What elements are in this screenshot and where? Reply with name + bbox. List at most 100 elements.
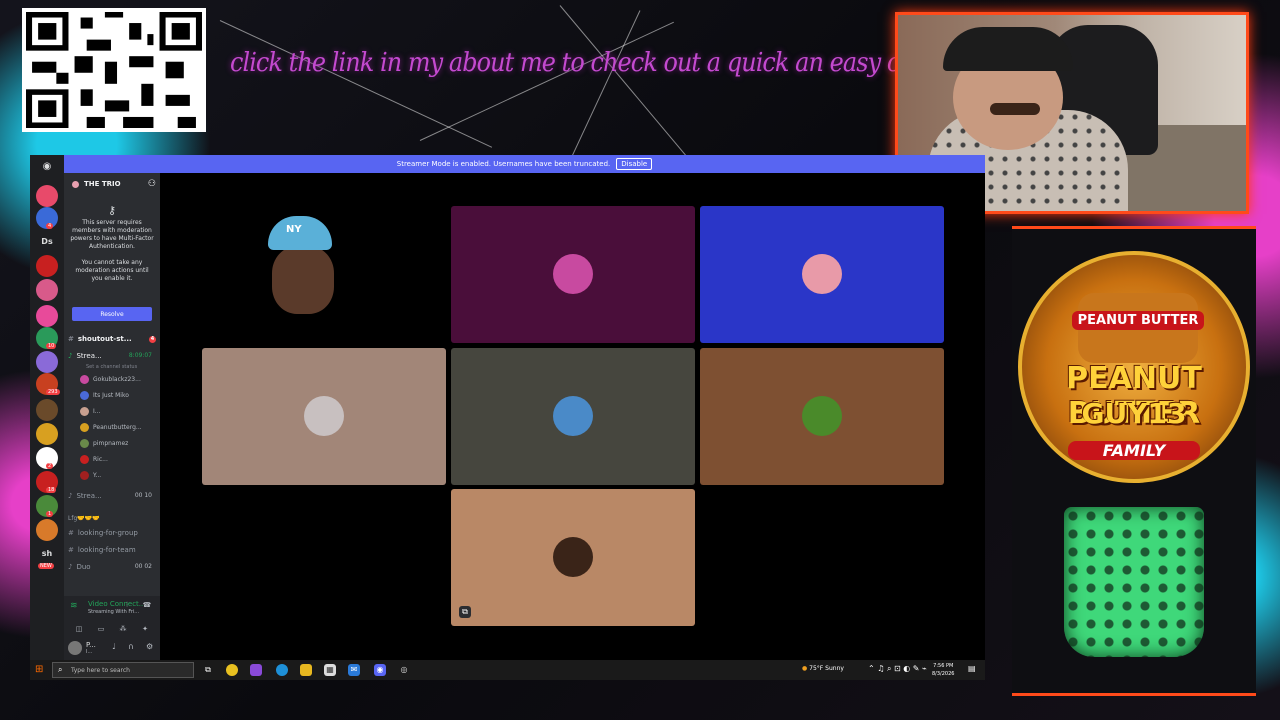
server-icon[interactable]: sh [36,549,58,558]
new-badge: NEW [38,563,54,569]
user-status: I... [86,649,93,655]
chrome-icon[interactable] [226,664,238,676]
server-icon[interactable] [36,423,58,445]
discord-logo-icon[interactable]: ◉ [39,161,55,173]
avatar [304,396,344,436]
disconnect-icon[interactable]: ☎ [140,601,154,610]
notification-badge: 18 [46,487,57,493]
voice-channel-stream[interactable]: ♪ Strea... 8:09:07 [68,352,158,364]
server-icon[interactable] [36,351,58,373]
voice-connection-panel: ≋ Video Connect... Streaming With Fri...… [64,596,160,636]
edge-icon[interactable] [276,664,288,676]
file-explorer-icon[interactable] [300,664,312,676]
soundboard-icon[interactable]: ✦ [138,625,152,634]
avatar [80,391,89,400]
gear-icon[interactable]: ⚙ [146,642,153,651]
notification-badge: 1 [46,511,54,517]
participant-tile[interactable] [451,348,695,485]
promo-banner-text: click the link in my about me to check o… [230,48,993,78]
voice-user[interactable]: Ric... [80,455,156,466]
voice-connected-label[interactable]: Video Connect... [88,600,145,608]
mfa-notice: ⚷ This server requires members with mode… [70,205,154,283]
voice-user[interactable]: Peanutbutterg... [80,423,156,434]
hash-icon: # [68,335,74,343]
channel-looking-for-group[interactable]: # looking-for-group [68,529,158,541]
participant-tile[interactable] [202,348,446,485]
avatar [80,439,89,448]
server-header[interactable]: THE TRIO ⚇ [64,177,160,195]
channel-shoutout[interactable]: # shoutout-st... 4 [68,335,158,347]
avatar [553,254,593,294]
voice-user-name: Ric... [93,456,108,463]
category-lfg[interactable]: Lfg🤝🤝🤝 [68,515,158,527]
logo-jar-label: PEANUT BUTTER [1072,311,1204,330]
voice-user[interactable]: Gokublackz23... [80,375,156,386]
participant-tile[interactable] [451,206,695,343]
camera-off-icon[interactable]: ◫ [72,625,86,634]
person-add-icon[interactable]: ⚇ [148,179,156,189]
user-panel: P... I... ♩ ∩ ⚙ [64,636,160,660]
stream-timer: 8:09:07 [128,352,152,359]
signal-icon: ≋ [70,601,78,611]
streamer-mode-message: Streamer Mode is enabled. Usernames have… [396,160,611,168]
voice-user[interactable]: pimpnamez [80,439,156,450]
disable-streamer-mode-button[interactable]: Disable [616,158,653,170]
activities-icon[interactable]: ⁂ [116,625,130,634]
user-count: 00 02 [134,563,152,570]
avatar [80,455,89,464]
discord-taskbar-icon[interactable]: ◉ [374,664,386,676]
noise-suppression-icon[interactable]: ⫶ [120,601,134,610]
server-icon[interactable] [36,185,58,207]
voice-user[interactable]: Y... [80,471,156,482]
avatar [80,375,89,384]
avatar [80,407,89,416]
voice-channel-duo[interactable]: ♪ Duo 00 02 [68,563,158,575]
taskbar-search[interactable]: ⌕ Type here to search [52,662,194,678]
participant-tile[interactable]: ⧉ [451,489,695,626]
voice-user[interactable]: Its Just Miko [80,391,156,402]
avatar [80,423,89,432]
qr-code [22,8,206,132]
weather-widget[interactable]: ● 75°F Sunny [802,665,844,672]
cap-logo: NY [286,224,302,235]
avatar [553,537,593,577]
server-icon[interactable] [36,255,58,277]
windows-start-icon[interactable]: ⊞ [35,664,43,675]
server-icon[interactable] [36,519,58,541]
voice-user[interactable]: I... [80,407,156,418]
participant-video-tile[interactable]: NY [202,206,446,343]
system-tray[interactable]: ⌃ ♫ ⌕ ⊡ ◐ ✎ ⌁ [868,664,927,674]
avatar[interactable] [68,641,82,655]
stream-preview-icon[interactable]: ⧉ [459,606,471,618]
mfa-notice-text: This server requires members with modera… [70,219,154,250]
copilot-icon[interactable] [250,664,262,676]
server-rail: ◉ 4 Ds 10 293 2 18 1 sh NEW [30,155,64,660]
channel-looking-for-team[interactable]: # looking-for-team [68,546,158,558]
obs-icon[interactable]: ◎ [398,664,410,676]
channel-status[interactable]: Set a channel status [86,364,156,370]
notification-badge: 293 [46,389,60,395]
participant-tile[interactable] [700,206,944,343]
search-placeholder: Type here to search [71,667,130,674]
voice-channel-stream-2[interactable]: ♪ Strea... 00 10 [68,492,158,504]
voice-user-name: Y... [93,472,102,479]
mention-badge: 4 [149,336,156,343]
resolve-button[interactable]: Resolve [72,307,152,321]
store-icon[interactable]: ▦ [324,664,336,676]
server-icon[interactable] [36,305,58,327]
avatar [802,254,842,294]
participant-tile[interactable] [700,348,944,485]
taskbar-clock[interactable]: 7:56 PM 8/3/2026 [932,662,954,678]
task-view-icon[interactable]: ⧉ [202,664,214,676]
server-icon[interactable]: Ds [36,237,58,246]
microphone-icon[interactable]: ♩ [112,642,116,651]
mail-icon[interactable]: ✉ [348,664,360,676]
voice-user-name: Its Just Miko [93,392,129,399]
server-icon[interactable] [36,279,58,301]
notification-badge: 10 [46,343,57,349]
channel-label: looking-for-team [77,546,136,554]
headphones-icon[interactable]: ∩ [128,642,134,651]
notification-icon[interactable]: ▤ [968,664,976,673]
screen-share-icon[interactable]: ▭ [94,625,108,634]
server-icon[interactable] [36,399,58,421]
